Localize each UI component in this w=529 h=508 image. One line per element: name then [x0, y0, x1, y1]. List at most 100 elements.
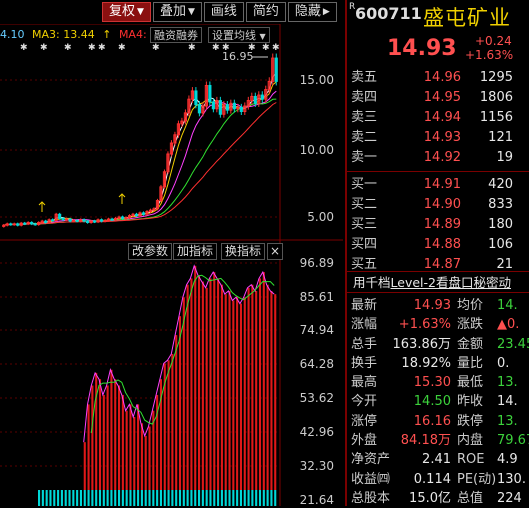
- toolbar-button-2[interactable]: 画线: [203, 2, 244, 22]
- order-volume: 420: [488, 177, 513, 192]
- kline-chart[interactable]: 16.95✱ ✱ ✱ ✱ ✱ ✱ ✱ ✱ ✱ ✱ ✱ ✱ ✱ 15.00 10.00 5.00 96.89 8…: [0, 24, 343, 506]
- indicator-base-bar: [270, 490, 273, 506]
- indicator-base-bar: [159, 490, 162, 506]
- chevron-right-icon: ▶: [322, 7, 330, 17]
- indicator-axis: 96.89 85.61 74.94 64.28 53.62 42.96 32.30 21.64: [300, 256, 334, 506]
- order-level-label: 买四: [351, 237, 378, 252]
- stat-label: 今开: [351, 394, 378, 410]
- order-book-row[interactable]: 卖一 14.92 19: [347, 148, 529, 168]
- indicator-base-bar: [102, 490, 105, 506]
- stat-value: 14.: [497, 394, 518, 410]
- indicator-base-bar: [274, 490, 277, 506]
- indicator-bar: [121, 394, 124, 490]
- stat-label: 外盘: [351, 433, 378, 449]
- candle-body: [61, 217, 65, 221]
- ma-line-20: [3, 98, 277, 226]
- stats-row: 总股本 15.0亿 总值 224: [347, 489, 529, 508]
- stock-name: 盛屯矿业: [423, 6, 511, 30]
- order-level-label: 卖三: [351, 110, 378, 125]
- chevron-down-icon: ▼: [187, 7, 195, 17]
- toolbar-button-4[interactable]: 隐藏 ▶: [287, 2, 337, 22]
- indicator-base-bar: [72, 490, 75, 506]
- order-book-row[interactable]: 买四 14.88 106: [347, 235, 529, 255]
- indicator-base-bar: [163, 490, 166, 506]
- star-marker-icon: ✱: [272, 43, 280, 53]
- candle-body: [72, 219, 76, 222]
- indicator-base-bar: [114, 490, 117, 506]
- stat-value: 224: [497, 490, 522, 506]
- indicator-bar: [137, 404, 140, 490]
- toolbar-button-0[interactable]: 复权 ▼: [102, 2, 151, 22]
- order-book-row[interactable]: 卖四 14.95 1806: [347, 88, 529, 108]
- candle-body: [120, 216, 125, 219]
- star-marker-icon: ✱: [152, 43, 160, 53]
- ask-levels: 卖五 14.96 1295 卖四 14.95 1806 卖三 14.94 1156 卖二 14.93…: [347, 68, 529, 168]
- promo-link[interactable]: Level-2看盘口秘密动: [391, 275, 511, 290]
- toolbar-button-3[interactable]: 简约: [245, 2, 286, 22]
- candle-body: [218, 100, 222, 115]
- indicator-base-bar: [45, 490, 48, 506]
- order-book-row[interactable]: 买二 14.90 833: [347, 195, 529, 215]
- candle-body: [23, 222, 27, 225]
- candle-body: [99, 219, 104, 222]
- stat-label: 涨幅: [351, 317, 378, 333]
- order-book-row[interactable]: 买一 14.91 420: [347, 175, 529, 195]
- stat-value: 23.45: [497, 336, 529, 352]
- switch-indicator-button[interactable]: 换指标: [221, 243, 266, 260]
- indicator-base-bar: [133, 490, 136, 506]
- star-marker-icon: ✱: [212, 43, 220, 53]
- indicator-base-bar: [243, 490, 246, 506]
- indicator-axis-label: 74.94: [300, 323, 334, 337]
- order-volume: 106: [488, 237, 513, 252]
- order-level-label: 卖二: [351, 130, 378, 145]
- indicator-base-bar: [137, 490, 140, 506]
- candle-body: [58, 213, 62, 219]
- candle-body: [124, 217, 128, 220]
- bid-levels: 买一 14.91 420 买二 14.90 833 买三 14.89 180 买四 14.88 106…: [347, 175, 529, 275]
- order-book-row[interactable]: 卖五 14.96 1295: [347, 68, 529, 88]
- stat-label: 换手: [351, 355, 378, 371]
- candle-body: [33, 223, 37, 226]
- order-book-row[interactable]: 卖二 14.93 121: [347, 128, 529, 148]
- price-change-pct: +1.63%: [465, 48, 514, 62]
- indicator-base-bar: [190, 490, 193, 506]
- indicator-base-bar: [213, 490, 216, 506]
- stat-label: 净资产: [351, 452, 391, 468]
- indicator-bar: [262, 272, 265, 490]
- indicator-bar: [178, 316, 182, 490]
- price-axis-label: 10.00: [300, 143, 334, 157]
- indicator-bar: [133, 416, 136, 490]
- indicator-base-bar: [171, 490, 174, 506]
- indicator-base-bar: [76, 490, 79, 506]
- candle-body: [82, 219, 86, 222]
- indicator-bar: [190, 278, 193, 490]
- stat-value: 16.16: [413, 413, 451, 429]
- indicator-base-bar: [38, 490, 41, 506]
- indicator-bar: [217, 278, 220, 490]
- indicator-base-bar: [64, 490, 67, 506]
- candle-body: [225, 104, 229, 111]
- stat-value: 4.9: [497, 452, 518, 468]
- toolbar-button-label: 画线: [210, 4, 237, 19]
- star-marker-icon: ✱: [64, 43, 72, 53]
- order-volume: 833: [488, 197, 513, 212]
- level2-promo[interactable]: 用千档Level-2看盘口秘密动: [347, 271, 529, 293]
- chevron-down-icon: ▼: [137, 7, 144, 17]
- add-indicator-button[interactable]: 加指标: [173, 243, 218, 260]
- indicator-base-bar: [140, 490, 143, 506]
- stat-value: 14.93: [413, 298, 451, 313]
- toolbar-button-label: 叠加: [159, 4, 186, 19]
- order-price: 14.95: [423, 90, 461, 105]
- close-indicator-button[interactable]: ×: [267, 243, 283, 260]
- indicator-base-bar: [224, 490, 227, 506]
- indicator-bar: [232, 300, 235, 490]
- stat-value: 0.114: [413, 471, 451, 487]
- indicator-base-bar: [217, 490, 220, 506]
- order-book-row[interactable]: 买三 14.89 180: [347, 215, 529, 235]
- change-params-button[interactable]: 改参数: [128, 243, 173, 260]
- stat-label: 总手: [351, 336, 378, 352]
- toolbar-button-1[interactable]: 叠加 ▼: [152, 2, 202, 22]
- order-book-row[interactable]: 卖三 14.94 1156: [347, 108, 529, 128]
- price-axis-label: 5.00: [307, 210, 334, 224]
- order-level-label: 卖四: [351, 90, 378, 105]
